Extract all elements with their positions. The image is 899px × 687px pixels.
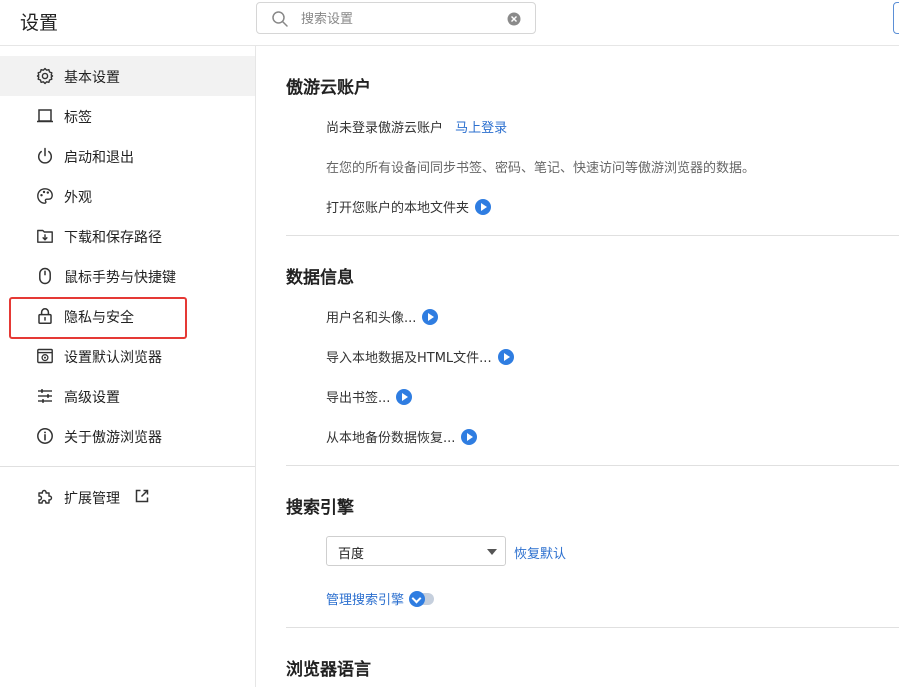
sidebar-item-basic-settings[interactable]: 基本设置: [0, 56, 255, 96]
power-icon: [37, 147, 53, 164]
user-avatar-row[interactable]: 用户名和头像...: [326, 307, 439, 326]
login-link[interactable]: 马上登录: [455, 121, 507, 136]
dropdown-caret-icon: [487, 549, 497, 555]
chevron-down-icon: [409, 591, 426, 607]
section-divider: [286, 627, 899, 628]
mouse-icon: [39, 267, 51, 285]
sidebar-divider: [0, 466, 255, 467]
sidebar-item-extensions[interactable]: 扩展管理: [0, 477, 255, 517]
header-action-button[interactable]: [893, 2, 899, 34]
import-data-row[interactable]: 导入本地数据及HTML文件...: [326, 347, 514, 366]
settings-content: 傲游云账户 尚未登录傲游云账户 马上登录 在您的所有设备间同步书签、密码、笔记、…: [257, 46, 899, 687]
section-title-account: 傲游云账户: [286, 78, 371, 98]
section-divider: [286, 235, 899, 236]
header: 设置: [0, 0, 899, 46]
gear-icon: [36, 67, 54, 85]
search-icon: [272, 11, 288, 27]
search-engine-select[interactable]: 百度: [326, 536, 506, 566]
section-title-search-engine: 搜索引擎: [286, 498, 354, 518]
section-divider: [286, 465, 899, 466]
sidebar-item-label: 下载和保存路径: [64, 230, 162, 246]
sidebar-item-privacy-security[interactable]: 隐私与安全: [0, 296, 255, 336]
sidebar-item-label: 外观: [64, 190, 92, 206]
export-bookmarks-label: 导出书签...: [326, 391, 391, 406]
user-avatar-label: 用户名和头像...: [326, 311, 417, 326]
palette-icon: [37, 188, 53, 204]
restore-backup-arrow-icon[interactable]: [461, 429, 478, 445]
section-title-data-info: 数据信息: [286, 268, 354, 288]
download-folder-icon: [37, 229, 53, 243]
sidebar-item-default-browser[interactable]: 设置默认浏览器: [0, 336, 255, 376]
puzzle-icon: [38, 489, 53, 504]
export-bookmarks-arrow-icon[interactable]: [396, 389, 413, 405]
sidebar-item-about[interactable]: 关于傲游浏览器: [0, 416, 255, 456]
sidebar-item-label: 扩展管理: [64, 491, 120, 507]
section-title-language: 浏览器语言: [286, 660, 371, 680]
search-engine-selected: 百度: [338, 547, 365, 562]
user-avatar-arrow-icon[interactable]: [422, 309, 439, 325]
sidebar-item-label: 标签: [64, 110, 92, 126]
sidebar-item-label: 鼠标手势与快捷键: [64, 270, 176, 286]
external-link-icon[interactable]: [134, 488, 150, 504]
account-status-row: 尚未登录傲游云账户 马上登录: [326, 117, 507, 136]
open-folder-row[interactable]: 打开您账户的本地文件夹: [326, 197, 492, 216]
sidebar-item-label: 隐私与安全: [64, 310, 134, 326]
restore-backup-label: 从本地备份数据恢复...: [326, 431, 456, 446]
restore-backup-row[interactable]: 从本地备份数据恢复...: [326, 427, 478, 446]
sidebar-item-label: 高级设置: [64, 390, 120, 406]
sidebar-item-downloads[interactable]: 下载和保存路径: [0, 216, 255, 256]
import-data-label: 导入本地数据及HTML文件...: [326, 351, 492, 366]
clear-search-icon[interactable]: [507, 12, 521, 26]
page-title: 设置: [20, 12, 59, 34]
account-status-text: 尚未登录傲游云账户: [326, 121, 444, 136]
manage-search-engines-row[interactable]: 管理搜索引擎: [326, 589, 435, 608]
sidebar-item-tabs[interactable]: 标签: [0, 96, 255, 136]
sidebar-item-mouse-gestures[interactable]: 鼠标手势与快捷键: [0, 256, 255, 296]
sidebar-item-label: 启动和退出: [64, 150, 134, 166]
restore-default-link[interactable]: 恢复默认: [514, 543, 566, 562]
search-input[interactable]: [301, 9, 501, 29]
sidebar-item-label: 关于傲游浏览器: [64, 430, 162, 446]
lock-icon: [38, 308, 52, 324]
info-icon: [37, 428, 53, 444]
sidebar-item-appearance[interactable]: 外观: [0, 176, 255, 216]
sidebar: 基本设置 标签 启动和退出 外观 下载和保存路径 鼠标手势与快捷键 隐私与安全 …: [0, 46, 256, 687]
sidebar-item-advanced-settings[interactable]: 高级设置: [0, 376, 255, 416]
open-folder-arrow-icon[interactable]: [475, 199, 492, 215]
sliders-icon: [38, 389, 52, 403]
export-bookmarks-row[interactable]: 导出书签...: [326, 387, 413, 406]
import-data-arrow-icon[interactable]: [497, 349, 514, 365]
sidebar-item-label: 设置默认浏览器: [64, 350, 162, 366]
sidebar-item-label: 基本设置: [64, 70, 120, 86]
default-browser-icon: [37, 348, 53, 364]
account-description: 在您的所有设备间同步书签、密码、笔记、快速访问等傲游浏览器的数据。: [326, 161, 756, 176]
search-box[interactable]: [256, 2, 536, 34]
open-folder-label: 打开您账户的本地文件夹: [326, 201, 470, 216]
manage-search-engines-link[interactable]: 管理搜索引擎: [326, 593, 404, 608]
manage-search-toggle[interactable]: [409, 591, 435, 607]
sidebar-item-startup-exit[interactable]: 启动和退出: [0, 136, 255, 176]
tab-icon: [37, 109, 53, 123]
